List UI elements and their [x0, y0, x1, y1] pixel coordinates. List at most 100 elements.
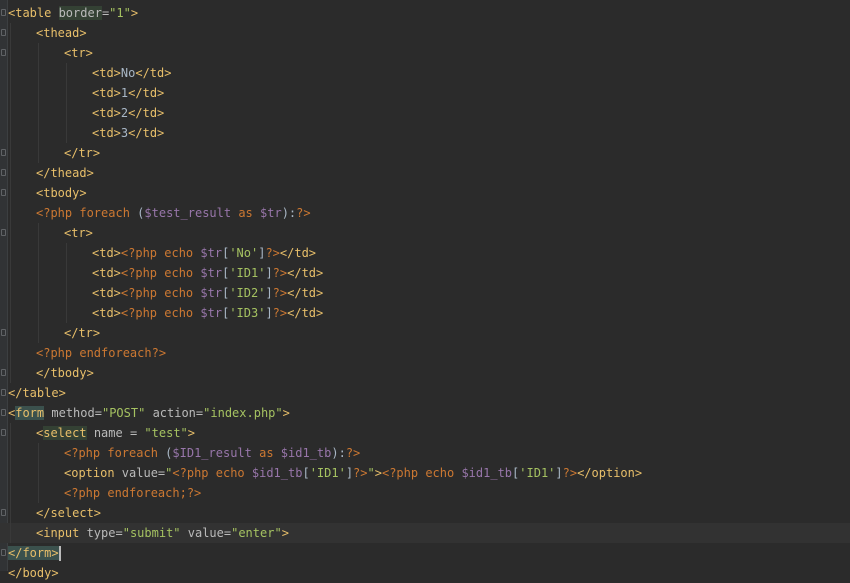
- code-line[interactable]: </thead>: [0, 163, 850, 183]
- code-token: <thead>: [36, 26, 87, 40]
- code-line[interactable]: <td>2</td>: [0, 103, 850, 123]
- indent-guide: [38, 43, 39, 63]
- code-token: 'ID3': [229, 306, 266, 320]
- code-token: <td>: [92, 106, 121, 120]
- code-line[interactable]: <form method="POST" action="index.php">: [0, 403, 850, 423]
- code-line[interactable]: <td><?php echo $tr['ID1']?></td>: [0, 263, 850, 283]
- code-token: $tr: [200, 306, 223, 320]
- code-token: <td>: [92, 286, 121, 300]
- code-line[interactable]: <tr>: [0, 223, 850, 243]
- code-text: <thead>: [36, 23, 87, 43]
- code-line[interactable]: <tr>: [0, 43, 850, 63]
- code-token: 'ID1': [519, 466, 556, 480]
- code-text: <td><?php echo $tr['ID2']?></td>: [92, 283, 323, 303]
- code-token: $id1_tb: [280, 446, 332, 460]
- code-token: <td>: [92, 266, 121, 280]
- fold-marker-icon[interactable]: [1, 189, 6, 196]
- code-text: <?php foreach ($test_result as $tr):?>: [36, 203, 311, 223]
- code-line[interactable]: </tbody>: [0, 363, 850, 383]
- code-token: </td>: [128, 86, 165, 100]
- text-caret: [58, 546, 61, 561]
- indent-guide: [10, 443, 11, 463]
- code-token: </tr>: [64, 146, 101, 160]
- indent-guide: [10, 63, 11, 83]
- code-token: >: [282, 406, 290, 420]
- fold-marker-icon[interactable]: [1, 329, 6, 336]
- indent-guide: [10, 103, 11, 123]
- fold-marker-icon[interactable]: [1, 429, 6, 436]
- code-line[interactable]: <table border="1">: [0, 3, 850, 23]
- code-text: <select name = "test">: [36, 423, 195, 443]
- fold-marker-icon[interactable]: [1, 409, 6, 416]
- code-text: <tr>: [64, 43, 93, 63]
- fold-marker-icon[interactable]: [1, 9, 6, 16]
- indent-guide: [10, 523, 11, 543]
- code-line[interactable]: <select name = "test">: [0, 423, 850, 443]
- code-line[interactable]: </table>: [0, 383, 850, 403]
- indent-guide: [38, 463, 39, 483]
- code-token: $tr: [200, 286, 223, 300]
- code-line[interactable]: <tbody>: [0, 183, 850, 203]
- fold-marker-icon[interactable]: [1, 389, 6, 396]
- code-token: </option>: [577, 466, 643, 480]
- code-editor[interactable]: <table border="1"> <thead> <tr> <td>No</td>…: [0, 0, 850, 580]
- indent-guide: [66, 103, 67, 123]
- code-token: No: [120, 66, 136, 80]
- code-token: 'ID1': [229, 266, 266, 280]
- code-line[interactable]: </body>: [0, 563, 850, 583]
- code-line[interactable]: <td>3</td>: [0, 123, 850, 143]
- fold-marker-icon[interactable]: [1, 229, 6, 236]
- fold-marker-icon[interactable]: [1, 509, 6, 516]
- code-token: border: [58, 6, 102, 20]
- indent-guide: [10, 343, 11, 363]
- code-line[interactable]: </tr>: [0, 323, 850, 343]
- code-token: $tr: [200, 266, 223, 280]
- code-token: "POST": [101, 406, 146, 420]
- code-line[interactable]: </select>: [0, 503, 850, 523]
- fold-marker-icon[interactable]: [1, 49, 6, 56]
- fold-marker-icon[interactable]: [1, 169, 6, 176]
- fold-marker-icon[interactable]: [1, 549, 6, 556]
- indent-guide: [10, 23, 11, 43]
- code-line[interactable]: <thead>: [0, 23, 850, 43]
- code-line[interactable]: <td><?php echo $tr['ID2']?></td>: [0, 283, 850, 303]
- code-line[interactable]: <td>1</td>: [0, 83, 850, 103]
- code-token: $test_result: [144, 206, 232, 220]
- code-token: </body>: [8, 566, 59, 580]
- code-token: <?php echo: [120, 306, 201, 320]
- indent-guide: [10, 143, 11, 163]
- indent-guide: [10, 243, 11, 263]
- code-token: ]: [265, 286, 273, 300]
- indent-guide: [38, 63, 39, 83]
- code-line[interactable]: <?php endforeach?>: [0, 343, 850, 363]
- indent-guide: [66, 123, 67, 143]
- code-text: </thead>: [36, 163, 94, 183]
- indent-guide: [66, 303, 67, 323]
- code-text: <?php endforeach;?>: [64, 483, 201, 503]
- code-token: <?php foreach: [36, 206, 138, 220]
- code-token: name: [93, 426, 123, 440]
- code-line[interactable]: </form>: [0, 543, 850, 563]
- code-token: </td>: [128, 126, 165, 140]
- code-token: >: [281, 526, 289, 540]
- code-line[interactable]: <td>No</td>: [0, 63, 850, 83]
- code-token: "test": [144, 426, 188, 440]
- fold-marker-icon[interactable]: [1, 369, 6, 376]
- code-line[interactable]: <option value="<?php echo $id1_tb['ID1']…: [0, 463, 850, 483]
- code-text: <td>No</td>: [92, 63, 171, 83]
- code-line[interactable]: <td><?php echo $tr['No']?></td>: [0, 243, 850, 263]
- code-line[interactable]: </tr>: [0, 143, 850, 163]
- code-token: "enter": [231, 526, 282, 540]
- indent-guide: [38, 123, 39, 143]
- fold-marker-icon[interactable]: [1, 29, 6, 36]
- code-line[interactable]: <?php foreach ($test_result as $tr):?>: [0, 203, 850, 223]
- fold-marker-icon[interactable]: [1, 149, 6, 156]
- code-line[interactable]: <input type="submit" value="enter">: [0, 523, 850, 543]
- indent-guide: [38, 323, 39, 343]
- code-line[interactable]: <td><?php echo $tr['ID3']?></td>: [0, 303, 850, 323]
- code-line[interactable]: <?php endforeach;?>: [0, 483, 850, 503]
- indent-guide: [10, 363, 11, 383]
- code-line[interactable]: <?php foreach ($ID1_result as $id1_tb):?…: [0, 443, 850, 463]
